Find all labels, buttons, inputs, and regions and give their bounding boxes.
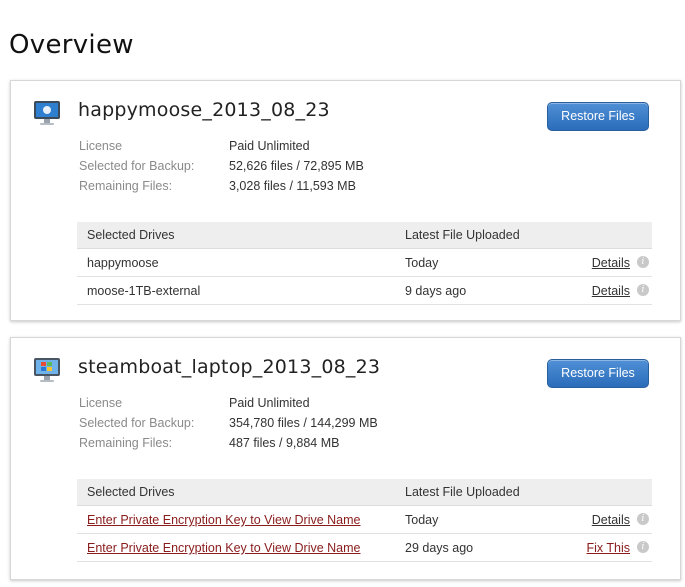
info-label: Remaining Files:: [79, 436, 173, 450]
drive-latest-upload: Today: [405, 256, 439, 270]
details-link[interactable]: Details: [592, 249, 630, 277]
info-value: 354,780 files / 144,299 MB: [229, 416, 378, 430]
drives-table-header: Selected Drives Latest File Uploaded: [77, 222, 652, 249]
header-selected-drives: Selected Drives: [87, 228, 175, 242]
drives-table: Selected Drives Latest File Uploaded Ent…: [77, 479, 652, 562]
info-value: Paid Unlimited: [229, 396, 310, 410]
drive-name: moose-1TB-external: [87, 284, 201, 298]
info-row-license: License Paid Unlimited: [79, 393, 378, 413]
drive-latest-upload: 9 days ago: [405, 284, 467, 298]
encryption-key-link[interactable]: Enter Private Encryption Key to View Dri…: [87, 534, 361, 562]
windows-monitor-icon: [34, 358, 60, 382]
page-title: Overview: [9, 30, 134, 60]
computer-name: steamboat_laptop_2013_08_23: [78, 356, 381, 378]
restore-files-button[interactable]: Restore Files: [547, 102, 649, 131]
computer-info: License Paid Unlimited Selected for Backu…: [79, 136, 364, 196]
header-latest-upload: Latest File Uploaded: [405, 485, 520, 499]
table-row: moose-1TB-external 9 days ago Details i: [77, 277, 652, 305]
info-label: Remaining Files:: [79, 179, 173, 193]
info-label: License: [79, 396, 123, 410]
encryption-key-link[interactable]: Enter Private Encryption Key to View Dri…: [87, 506, 361, 534]
info-row-selected: Selected for Backup: 52,626 files / 72,89…: [79, 156, 364, 176]
info-value: 487 files / 9,884 MB: [229, 436, 340, 450]
details-link[interactable]: Details: [592, 277, 630, 305]
info-row-remaining: Remaining Files: 3,028 files / 11,593 MB: [79, 176, 364, 196]
drive-name: happymoose: [87, 256, 159, 270]
table-row: Enter Private Encryption Key to View Dri…: [77, 506, 652, 534]
info-row-selected: Selected for Backup: 354,780 files / 144,…: [79, 413, 378, 433]
info-icon[interactable]: i: [637, 284, 649, 296]
header-latest-upload: Latest File Uploaded: [405, 228, 520, 242]
info-label: Selected for Backup:: [79, 159, 195, 173]
computer-info: License Paid Unlimited Selected for Backu…: [79, 393, 378, 453]
info-icon[interactable]: i: [637, 541, 649, 553]
info-icon[interactable]: i: [637, 513, 649, 525]
table-row: happymoose Today Details i: [77, 249, 652, 277]
computer-card-happymoose: happymoose_2013_08_23 Restore Files Lice…: [10, 80, 681, 321]
header-selected-drives: Selected Drives: [87, 485, 175, 499]
info-value: 52,626 files / 72,895 MB: [229, 159, 364, 173]
info-value: 3,028 files / 11,593 MB: [229, 179, 356, 193]
info-label: License: [79, 139, 123, 153]
info-label: Selected for Backup:: [79, 416, 195, 430]
drives-table: Selected Drives Latest File Uploaded hap…: [77, 222, 652, 305]
drive-latest-upload: Today: [405, 513, 439, 527]
info-row-remaining: Remaining Files: 487 files / 9,884 MB: [79, 433, 378, 453]
info-value: Paid Unlimited: [229, 139, 310, 153]
details-link[interactable]: Details: [592, 506, 630, 534]
drive-latest-upload: 29 days ago: [405, 541, 474, 555]
drives-table-header: Selected Drives Latest File Uploaded: [77, 479, 652, 506]
info-row-license: License Paid Unlimited: [79, 136, 364, 156]
restore-files-button[interactable]: Restore Files: [547, 359, 649, 388]
fix-this-link[interactable]: Fix This: [586, 534, 630, 562]
computer-card-steamboat: steamboat_laptop_2013_08_23 Restore File…: [10, 337, 681, 580]
mac-monitor-icon: [34, 101, 60, 125]
table-row: Enter Private Encryption Key to View Dri…: [77, 534, 652, 562]
computer-name: happymoose_2013_08_23: [78, 99, 330, 121]
info-icon[interactable]: i: [637, 256, 649, 268]
